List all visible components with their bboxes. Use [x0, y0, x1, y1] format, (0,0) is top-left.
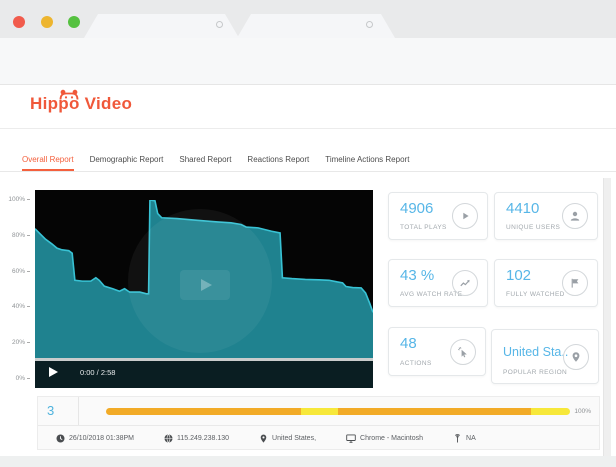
stat-value: United Sta.. [503, 345, 568, 359]
session-row[interactable]: 3 100% 26/10/2018 01:38PM 115.249.238.13… [37, 396, 600, 450]
trend-icon [452, 270, 478, 296]
monitor-icon [346, 434, 356, 443]
page-content: Hippo Video Overall Report Demographic R… [0, 85, 616, 456]
stat-value: 48 [400, 335, 417, 352]
stat-card-unique-users: 4410 UNIQUE USERS [494, 192, 598, 240]
stat-label: AVG WATCH RATE [400, 291, 462, 298]
big-play-button[interactable] [180, 270, 230, 300]
session-meta-row: 26/10/2018 01:38PM 115.249.238.130 Unite… [38, 426, 599, 450]
stat-label: FULLY WATCHED [506, 291, 565, 298]
browser-tab[interactable] [237, 14, 395, 38]
tab-reactions-report[interactable]: Reactions Report [247, 148, 309, 171]
tab-demographic-report[interactable]: Demographic Report [90, 148, 164, 171]
clock-icon [56, 434, 65, 443]
progress-percent-label: 100% [574, 408, 591, 415]
stat-value: 102 [506, 267, 531, 284]
hippo-ears-icon [57, 89, 81, 100]
browser-tab[interactable] [84, 14, 239, 38]
browser-tab-bar [0, 0, 616, 38]
location-pin-icon [563, 344, 589, 370]
stat-card-actions: 48 ACTIONS [388, 327, 486, 376]
play-button[interactable] [49, 367, 58, 377]
play-triangle-icon [201, 279, 212, 291]
cursor-click-icon [450, 339, 476, 365]
session-region: United States, [259, 434, 316, 443]
y-axis-label: 60% [4, 268, 30, 275]
stat-value: 4410 [506, 200, 539, 217]
player-control-bar: 0:00 / 2:58 [35, 358, 373, 388]
flag-icon [562, 270, 588, 296]
video-player[interactable]: 0:00 / 2:58 [35, 190, 373, 388]
progress-segment [106, 408, 301, 415]
session-network: NA [453, 434, 476, 443]
y-axis-label: 100% [4, 196, 30, 203]
watch-progress-bar [106, 408, 570, 415]
play-icon [452, 203, 478, 229]
stat-label: UNIQUE USERS [506, 224, 560, 231]
progress-segment [531, 408, 570, 415]
user-icon [562, 203, 588, 229]
scrollbar[interactable] [603, 178, 611, 467]
stat-value: 4906 [400, 200, 433, 217]
header-divider [0, 128, 616, 129]
signal-icon [453, 434, 462, 443]
time-display: 0:00 / 2:58 [80, 358, 115, 388]
minimize-window-button[interactable] [41, 16, 53, 28]
session-ip: 115.249.238.130 [164, 434, 229, 443]
session-datetime: 26/10/2018 01:38PM [56, 434, 134, 443]
progress-segment [338, 408, 531, 415]
globe-icon [164, 434, 173, 443]
tab-dot-icon [366, 21, 373, 28]
tab-dot-icon [216, 21, 223, 28]
stat-card-total-plays: 4906 TOTAL PLAYS [388, 192, 488, 240]
hippo-video-logo[interactable]: Hippo Video [30, 94, 132, 114]
close-window-button[interactable] [13, 16, 25, 28]
stat-card-avg-watch-rate: 43 % AVG WATCH RATE [388, 259, 488, 307]
stat-label: TOTAL PLAYS [400, 224, 447, 231]
progress-segment [301, 408, 338, 415]
browser-window: https://hippovideo.io/video/play/Xy44wS9… [0, 0, 616, 467]
y-axis-label: 80% [4, 232, 30, 239]
maximize-window-button[interactable] [68, 16, 80, 28]
browser-toolbar: https://hippovideo.io/video/play/Xy44wS9… [0, 38, 616, 85]
stat-card-popular-region: United Sta.. POPULAR REGION [491, 329, 599, 384]
report-tab-bar: Overall Report Demographic Report Shared… [0, 148, 616, 172]
session-index: 3 [38, 397, 79, 425]
tab-overall-report[interactable]: Overall Report [22, 148, 74, 171]
session-device: Chrome - Macintosh [346, 434, 423, 443]
y-axis-label: 20% [4, 339, 30, 346]
y-axis-label: 40% [4, 303, 30, 310]
y-axis-label: 0% [4, 375, 30, 382]
logo-text: Hippo Video [30, 94, 132, 113]
stat-value: 43 % [400, 267, 434, 284]
stat-label: ACTIONS [400, 360, 432, 367]
tab-shared-report[interactable]: Shared Report [179, 148, 231, 171]
page-bottom-margin [0, 456, 616, 467]
location-pin-icon [259, 434, 268, 443]
tab-timeline-actions-report[interactable]: Timeline Actions Report [325, 148, 409, 171]
stat-label: POPULAR REGION [503, 369, 567, 376]
stat-card-fully-watched: 102 FULLY WATCHED [494, 259, 598, 307]
